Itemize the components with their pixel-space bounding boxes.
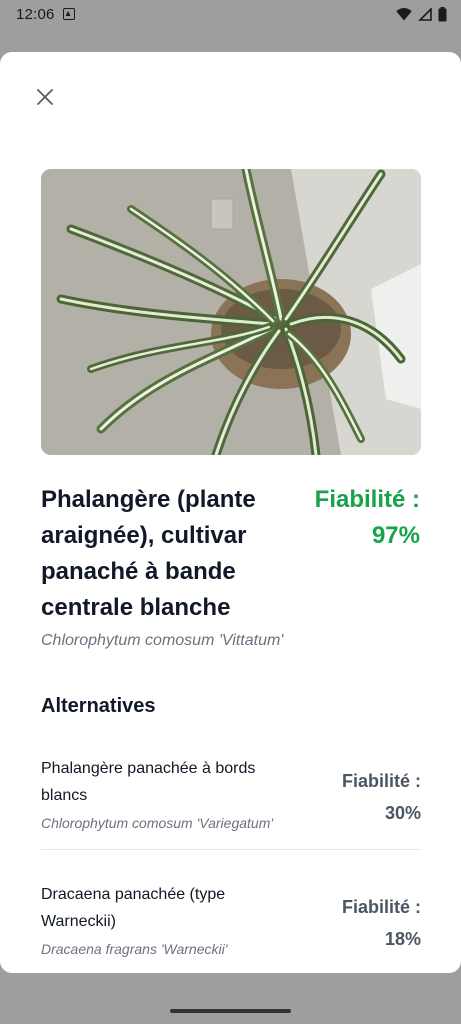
main-confidence: Fiabilité : 97% [314, 486, 420, 549]
alternative-item[interactable]: Phalangère panachée à bords blancs Chlor… [41, 755, 421, 831]
status-icons [396, 6, 447, 22]
status-time: 12:06 [16, 5, 55, 23]
alternative-name: Phalangère panachée à bords blancs [41, 760, 256, 804]
signal-icon [418, 7, 432, 21]
plant-scientific-name: Chlorophytum comosum 'Vittatum' [41, 632, 284, 649]
alternatives-heading: Alternatives [41, 695, 156, 717]
alternative-name: Dracaena panachée (type Warneckii) [41, 886, 226, 930]
navigation-bar [0, 973, 461, 1024]
close-button[interactable] [31, 83, 59, 111]
alternative-item[interactable]: Dracaena panachée (type Warneckii) Draca… [41, 881, 421, 957]
alternative-confidence: Fiabilité : 18% [341, 897, 421, 949]
plant-common-name: Phalangère (plante araignée), cultivar p… [41, 486, 256, 621]
battery-icon [438, 6, 447, 21]
app-notification-icon [62, 8, 75, 20]
plant-result-sheet: Phalangère (plante araignée), cultivar p… [0, 52, 461, 973]
divider [41, 849, 421, 850]
wifi-icon [396, 7, 412, 20]
close-icon [37, 89, 53, 105]
alternative-confidence: Fiabilité : 30% [341, 771, 421, 823]
home-gesture-handle[interactable] [170, 1009, 291, 1013]
status-bar: 12:06 [0, 0, 461, 28]
spider-plant-illustration [41, 169, 421, 455]
plant-photo [41, 169, 421, 455]
